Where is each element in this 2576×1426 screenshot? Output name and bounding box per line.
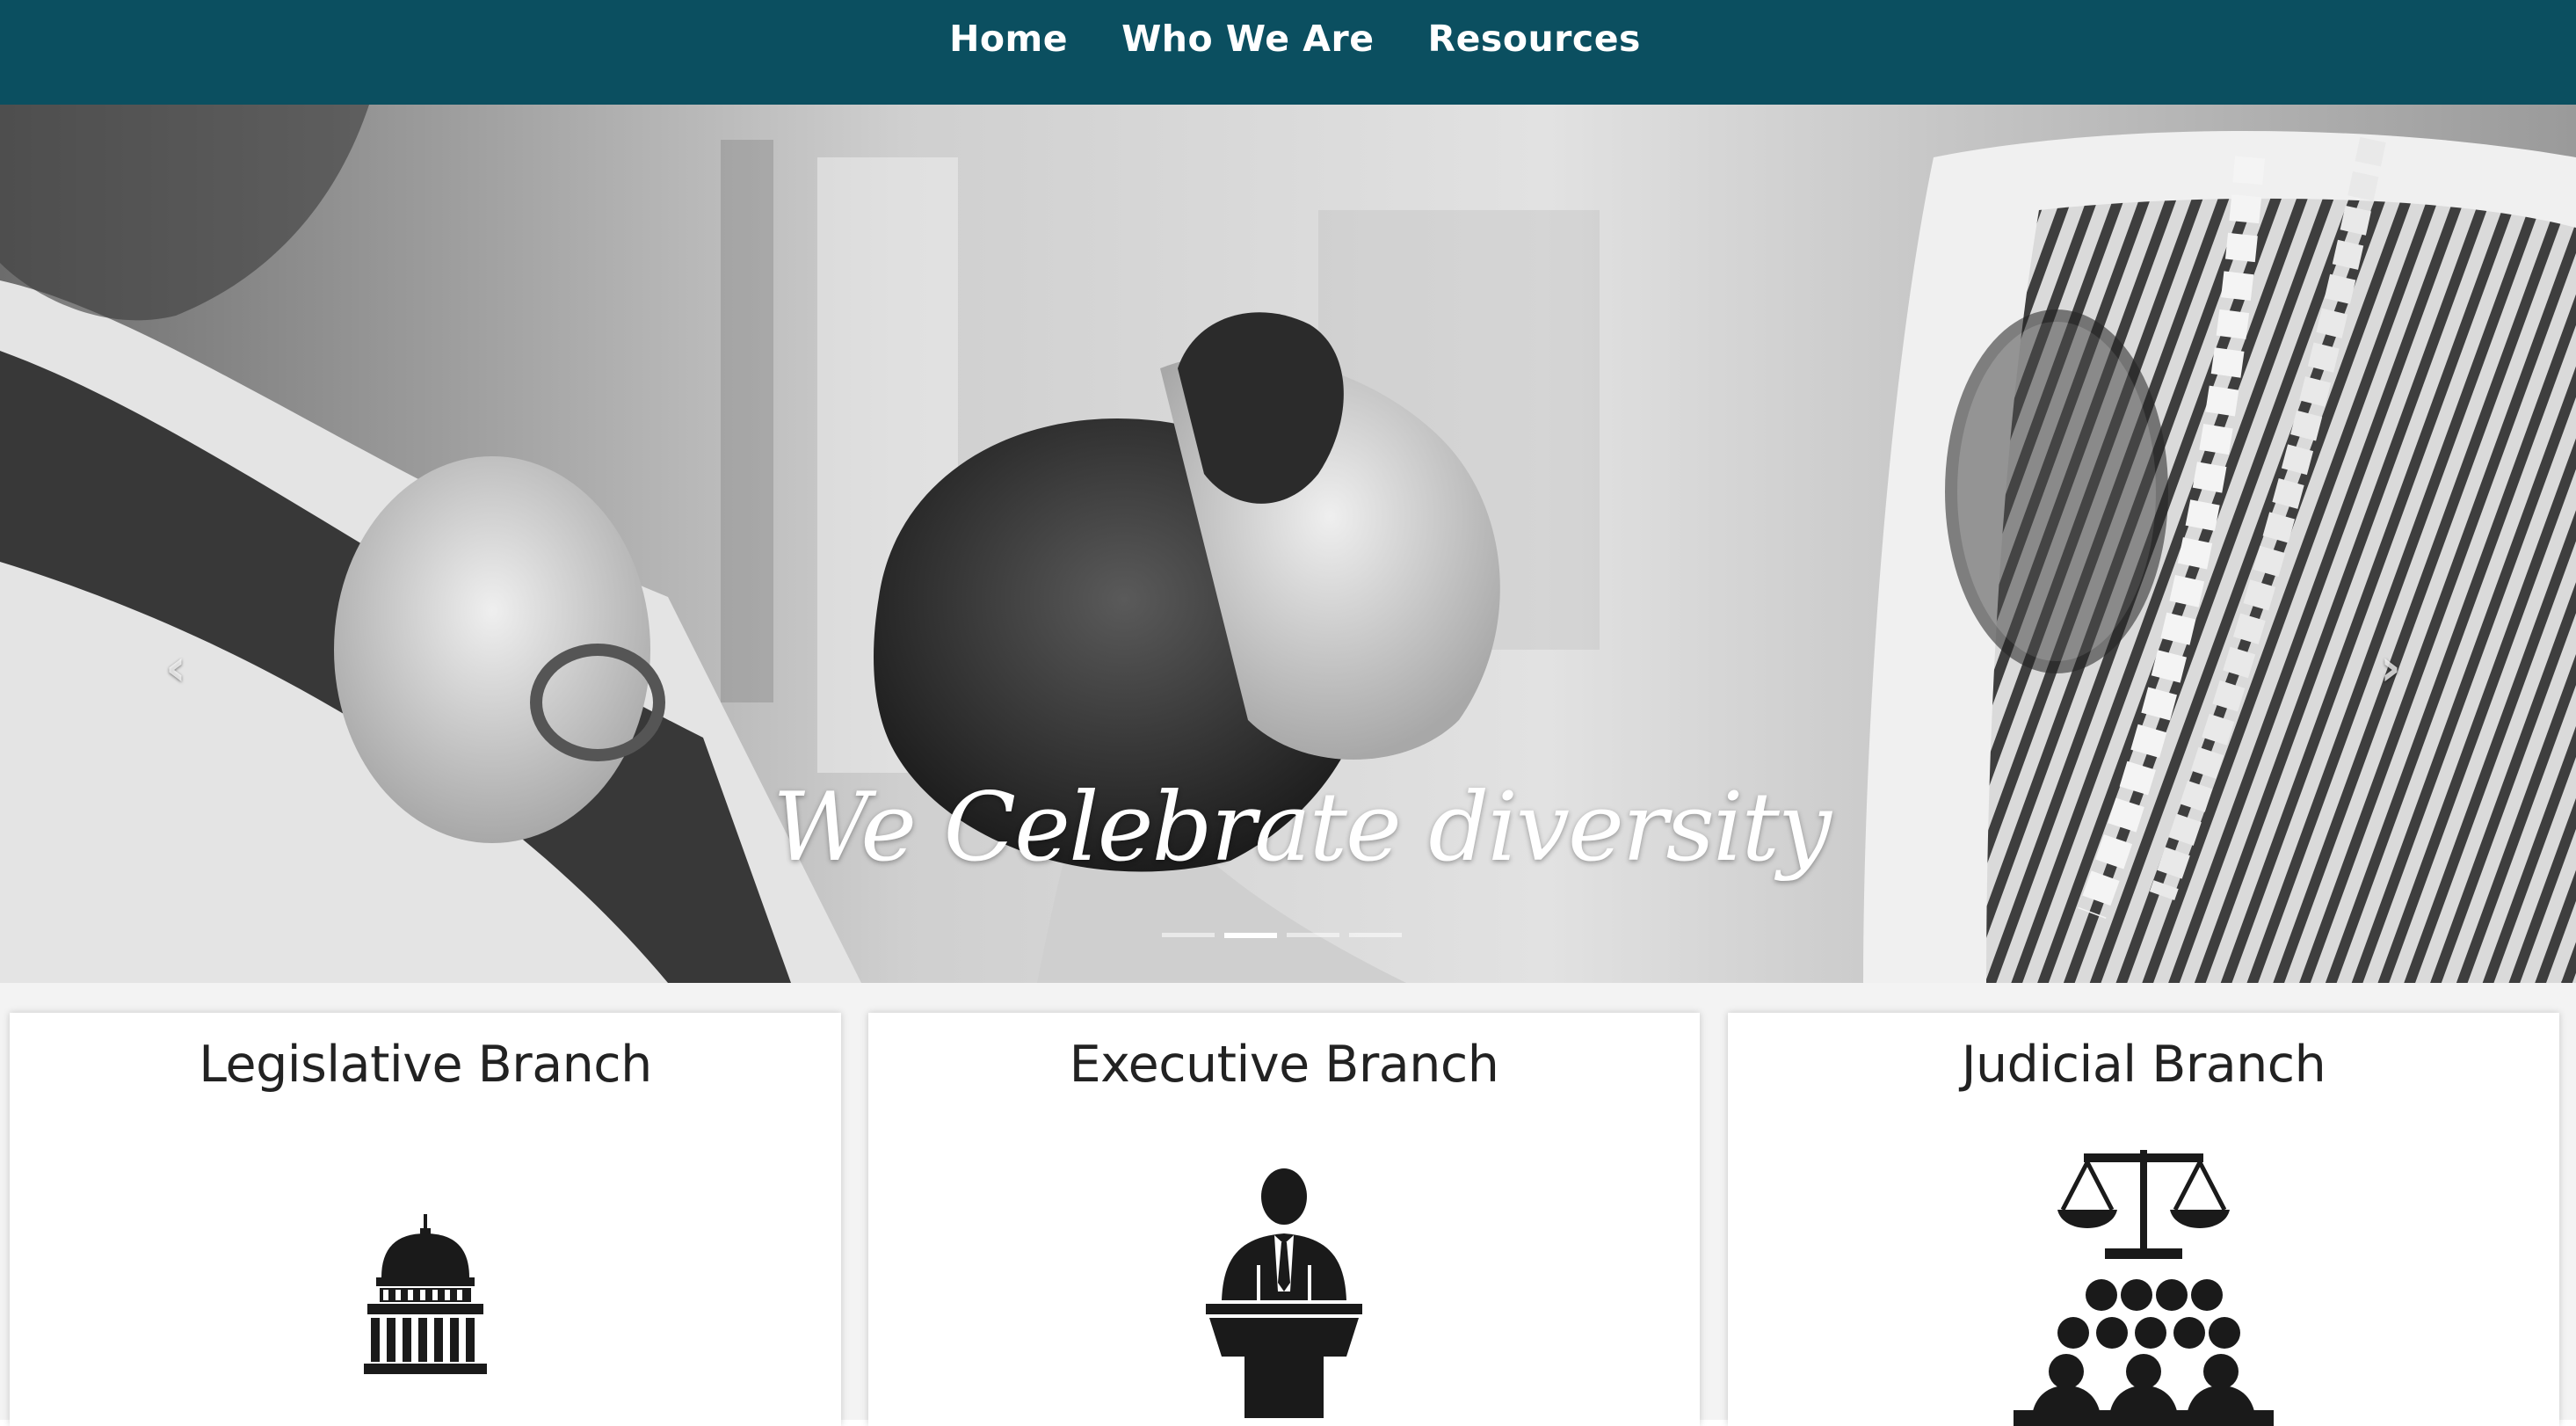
hero-carousel: ‹ › We Celebrate diversity [0,105,2576,983]
carousel-indicator-1[interactable] [1162,933,1215,937]
carousel-prev-arrow[interactable]: ‹ [145,632,207,702]
carousel-caption: We Celebrate diversity [773,773,1832,883]
speaker-at-podium-icon [1206,1168,1362,1418]
top-navbar: Home Who We Are Resources [0,0,2576,105]
chevron-left-icon: ‹ [165,637,186,697]
carousel-indicator-2[interactable] [1224,933,1277,938]
capitol-building-icon [364,1214,487,1374]
carousel-indicators [1162,933,1402,938]
branches-section: Legislative Branch Executive Branch Judi… [0,983,2576,1426]
card-title: Judicial Branch [1961,1036,2326,1094]
nav-link-resources[interactable]: Resources [1428,18,1641,60]
legislative-branch-card[interactable]: Legislative Branch [10,1013,841,1426]
nav-menu: Home Who We Are Resources [935,18,1641,60]
chevron-right-icon: › [2380,637,2401,697]
card-title: Executive Branch [1069,1036,1499,1094]
carousel-indicator-4[interactable] [1349,933,1402,937]
carousel-next-arrow[interactable]: › [2360,632,2421,702]
nav-link-home[interactable]: Home [949,18,1068,60]
judicial-branch-card[interactable]: Judicial Branch [1728,1013,2559,1426]
executive-branch-card[interactable]: Executive Branch [868,1013,1700,1426]
card-title: Legislative Branch [199,1036,652,1094]
scales-of-justice-jury-icon [2014,1150,2274,1426]
nav-link-who-we-are[interactable]: Who We Are [1121,18,1374,60]
carousel-indicator-3[interactable] [1287,933,1339,937]
